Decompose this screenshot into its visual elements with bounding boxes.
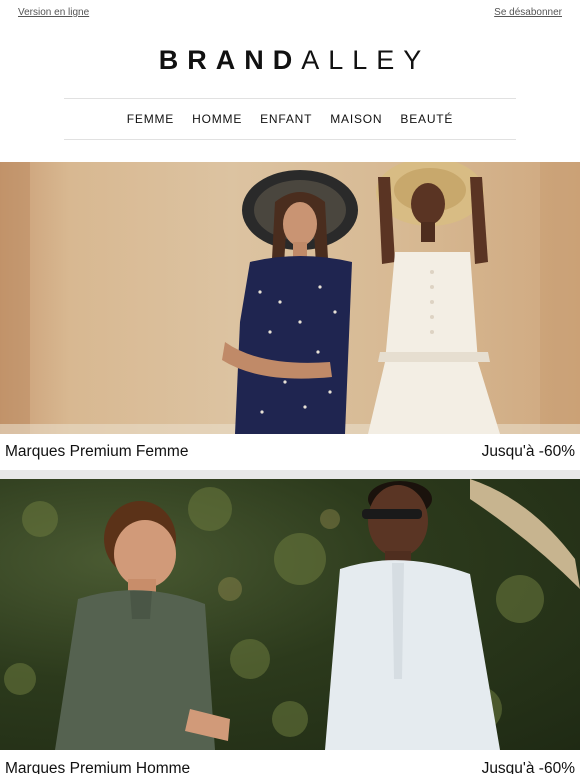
section-separator [0, 470, 580, 479]
promo-men-caption[interactable]: Marques Premium Homme Jusqu'à -60% [0, 756, 580, 774]
nav-item-enfant[interactable]: ENFANT [260, 112, 312, 126]
nav-item-beaute[interactable]: BEAUTÉ [400, 112, 453, 126]
hero-image-women[interactable] [0, 162, 580, 434]
brand-logo[interactable]: BRANDALLEY [0, 44, 580, 76]
men-photo-illustration [4, 479, 580, 750]
promo-women-discount: Jusqu'à -60% [481, 443, 575, 460]
top-bar: Version en ligne Se désabonner [0, 0, 580, 26]
promo-men-title: Marques Premium Homme [5, 760, 191, 774]
women-photo-illustration [0, 162, 580, 434]
main-nav: FEMME HOMME ENFANT MAISON BEAUTÉ [64, 99, 516, 139]
logo-light-part: ALLEY [301, 45, 431, 75]
unsubscribe-link[interactable]: Se désabonner [494, 7, 562, 18]
hero-image-men[interactable] [0, 479, 580, 750]
nav-item-homme[interactable]: HOMME [192, 112, 242, 126]
logo-bold-part: BRAND [158, 45, 302, 75]
nav-item-maison[interactable]: MAISON [330, 112, 382, 126]
promo-women-caption[interactable]: Marques Premium Femme Jusqu'à -60% [0, 434, 580, 470]
promo-women-title: Marques Premium Femme [5, 443, 189, 460]
nav-item-femme[interactable]: FEMME [127, 112, 174, 126]
promo-men-discount: Jusqu'à -60% [481, 760, 575, 774]
online-version-link[interactable]: Version en ligne [18, 7, 89, 18]
nav-bottom-divider [64, 139, 516, 140]
